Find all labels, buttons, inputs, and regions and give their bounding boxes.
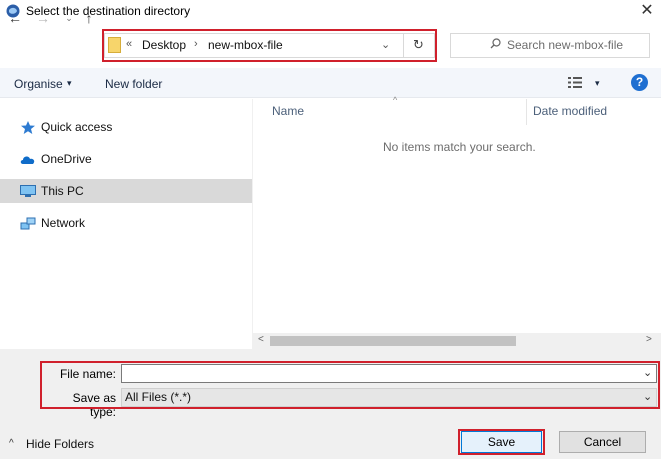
organise-button[interactable]: Organise bbox=[14, 77, 63, 91]
forward-arrow-icon[interactable]: → bbox=[34, 9, 52, 27]
folder-icon bbox=[108, 37, 121, 53]
cloud-icon bbox=[20, 156, 35, 164]
sidebar-item-label: Quick access bbox=[41, 120, 113, 134]
up-arrow-icon[interactable]: ↑ bbox=[80, 9, 98, 27]
sidebar-item-label: This PC bbox=[41, 184, 84, 198]
breadcrumb-desktop[interactable]: Desktop bbox=[142, 38, 186, 52]
hide-folders-caret-icon[interactable]: ^ bbox=[9, 438, 14, 449]
save-button[interactable]: Save bbox=[461, 431, 542, 453]
organise-caret-icon[interactable]: ▾ bbox=[67, 78, 72, 89]
breadcrumb-separator-icon: › bbox=[194, 38, 198, 50]
sort-indicator-icon: ^ bbox=[393, 95, 398, 105]
column-header-date-modified[interactable]: Date modified bbox=[533, 104, 607, 118]
network-icon bbox=[20, 217, 36, 230]
star-icon bbox=[21, 121, 35, 134]
address-dropdown-chevron-icon[interactable]: ⌄ bbox=[381, 38, 390, 51]
sidebar-item-label: OneDrive bbox=[41, 152, 92, 166]
sidebar-item-label: Network bbox=[41, 216, 86, 230]
sidebar-item-network[interactable]: Network bbox=[0, 211, 252, 235]
sidebar-item-onedrive[interactable]: OneDrive bbox=[0, 147, 252, 171]
view-options-icon[interactable] bbox=[568, 76, 586, 89]
scrollbar-thumb[interactable] bbox=[270, 336, 516, 346]
breadcrumb-overflow-icon[interactable]: « bbox=[126, 38, 132, 50]
close-icon[interactable]: ✕ bbox=[636, 1, 658, 21]
column-header-name[interactable]: Name bbox=[272, 104, 304, 118]
pane-divider[interactable] bbox=[252, 99, 253, 349]
view-options-caret-icon[interactable]: ▾ bbox=[595, 78, 600, 89]
refresh-icon[interactable]: ↻ bbox=[413, 37, 424, 53]
computer-icon bbox=[20, 185, 36, 197]
command-toolbar bbox=[0, 68, 661, 98]
recent-locations-chevron-icon[interactable]: ⌄ bbox=[60, 9, 78, 27]
help-icon[interactable]: ? bbox=[631, 74, 648, 91]
new-folder-button[interactable]: New folder bbox=[105, 77, 162, 91]
cancel-button[interactable]: Cancel bbox=[559, 431, 646, 453]
column-separator[interactable] bbox=[526, 99, 527, 125]
breadcrumb-new-mbox-file[interactable]: new-mbox-file bbox=[208, 38, 283, 52]
back-arrow-icon[interactable]: ← bbox=[6, 9, 24, 27]
title-bar: Select the destination directory ✕ bbox=[0, 0, 661, 24]
scroll-right-icon[interactable]: > bbox=[646, 334, 652, 345]
scroll-left-icon[interactable]: < bbox=[258, 334, 264, 345]
file-fields-highlight bbox=[40, 361, 660, 409]
sidebar-item-quick-access[interactable]: Quick access bbox=[0, 115, 252, 139]
sidebar-item-this-pc[interactable]: This PC bbox=[0, 179, 252, 203]
hide-folders-button[interactable]: Hide Folders bbox=[26, 437, 94, 451]
empty-folder-message: No items match your search. bbox=[383, 140, 536, 154]
search-icon bbox=[490, 38, 501, 49]
search-input[interactable] bbox=[505, 34, 647, 56]
address-divider bbox=[403, 34, 404, 57]
